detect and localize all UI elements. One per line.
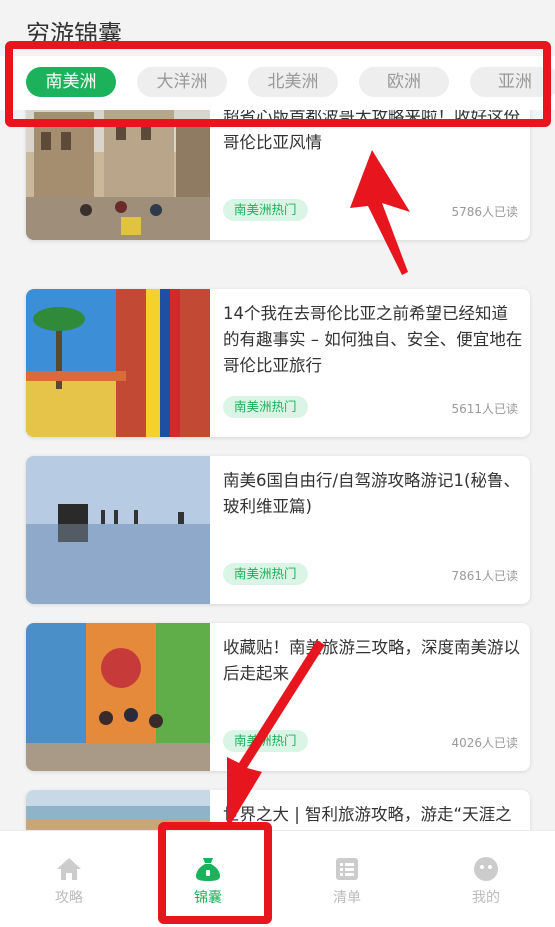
tab-asia[interactable]: 亚洲 (470, 67, 555, 97)
tab-oceania[interactable]: 大洋洲 (137, 67, 227, 97)
salt-flat-photo (26, 456, 210, 604)
street-mural-photo (26, 623, 210, 771)
plaza-photo (26, 110, 210, 240)
article-card[interactable]: 14个我在去哥伦比亚之前希望已经知道的有趣事实 – 如何独自、安全、便宜地在哥伦… (26, 289, 530, 437)
article-title: 超省心版首都波哥大攻略来啦！收好这份哥伦比亚风情 (223, 110, 520, 152)
hot-tag: 南美洲热门 (223, 730, 308, 752)
article-thumbnail (26, 110, 210, 240)
read-count: 5786人已读 (451, 205, 518, 219)
read-count: 4026人已读 (451, 736, 518, 750)
nav-profile[interactable]: 我的 (417, 831, 555, 927)
nav-label: 我的 (472, 890, 500, 906)
article-card[interactable]: 收藏贴！南美旅游三攻略，深度南美游以后走起来 南美洲热门 4026人已读 (26, 623, 530, 771)
nav-guides[interactable]: 攻略 (0, 831, 138, 927)
home-icon (55, 855, 83, 883)
colombia-flag-photo (26, 289, 210, 437)
article-card[interactable]: 南美6国自由行/自驾游攻略游记1(秘鲁、玻利维亚篇) 南美洲热门 7861人已读 (26, 456, 530, 604)
nav-label: 锦囊 (194, 890, 222, 906)
article-card[interactable]: 超省心版首都波哥大攻略来啦！收好这份哥伦比亚风情 南美洲热门 5786人已读 (26, 110, 530, 240)
bag-icon (194, 855, 222, 883)
article-title: 14个我在去哥伦比亚之前希望已经知道的有趣事实 – 如何独自、安全、便宜地在哥伦… (223, 304, 523, 375)
article-thumbnail (26, 289, 210, 437)
nav-label: 攻略 (55, 890, 83, 906)
nav-label: 清单 (333, 890, 361, 906)
hot-tag: 南美洲热门 (223, 396, 308, 418)
nav-tips[interactable]: 锦囊 (139, 831, 277, 927)
tab-north-america[interactable]: 北美洲 (248, 67, 338, 97)
page-title: 穷游锦囊 (26, 20, 122, 48)
article-thumbnail (26, 456, 210, 604)
nav-checklist[interactable]: 清单 (278, 831, 416, 927)
region-tabs: 南美洲 大洋洲 北美洲 欧洲 亚洲 (0, 56, 555, 110)
chile-landscape-photo (26, 790, 210, 830)
read-count: 5611人已读 (451, 402, 518, 416)
article-thumbnail (26, 623, 210, 771)
hot-tag: 南美洲热门 (223, 563, 308, 585)
read-count: 7861人已读 (451, 569, 518, 583)
profile-icon (472, 855, 500, 883)
list-icon (333, 855, 361, 883)
article-title: 南美6国自由行/自驾游攻略游记1(秘鲁、玻利维亚篇) (223, 471, 520, 516)
hot-tag: 南美洲热门 (223, 199, 308, 221)
article-title: 世界之大 | 智利旅游攻略，游走“天涯之 (223, 805, 512, 824)
bottom-nav: 攻略 锦囊 清单 我的 (0, 830, 555, 927)
article-feed: 超省心版首都波哥大攻略来啦！收好这份哥伦比亚风情 南美洲热门 5786人已读 1… (0, 110, 555, 830)
article-thumbnail (26, 790, 210, 830)
tab-europe[interactable]: 欧洲 (359, 67, 449, 97)
article-card[interactable]: 世界之大 | 智利旅游攻略，游走“天涯之 (26, 790, 530, 830)
tab-south-america[interactable]: 南美洲 (26, 67, 116, 97)
article-title: 收藏贴！南美旅游三攻略，深度南美游以后走起来 (223, 638, 520, 683)
